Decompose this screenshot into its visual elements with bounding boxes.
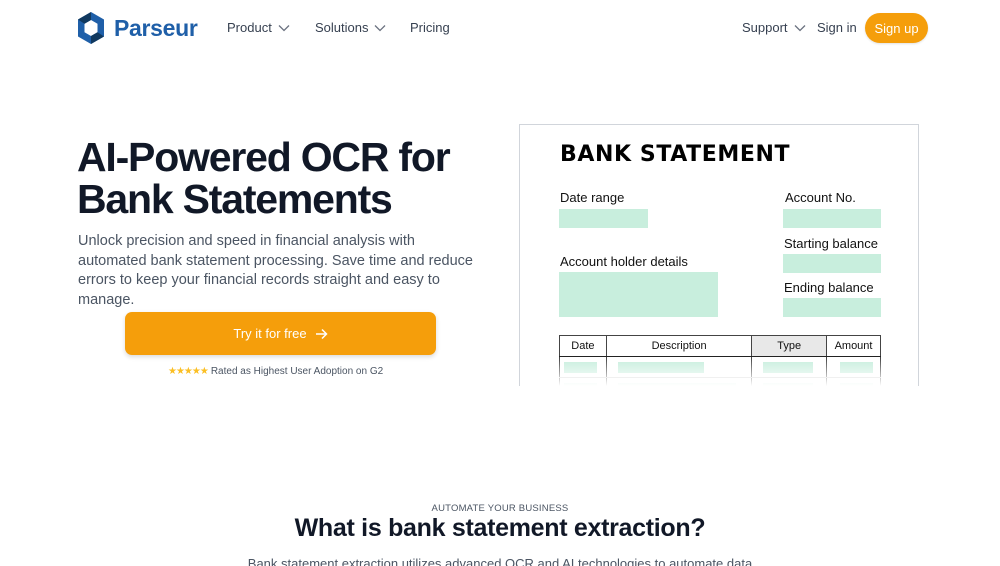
nav-product[interactable]: Product [227,20,290,35]
column-header-type: Type [751,335,828,357]
date-range-label: Date range [560,190,625,205]
try-it-free-label: Try it for free [233,326,307,341]
hero-title-line-1: AI-Powered OCR for [77,134,451,180]
date-range-field [559,209,648,228]
chevron-down-icon [375,24,386,31]
account-holder-field [559,272,718,317]
starting-balance-label: Starting balance [784,236,878,251]
statement-fade-overlay [520,358,918,386]
account-holder-label: Account holder details [560,254,688,269]
statement-title: BANK STATEMENT [560,142,791,167]
parseur-logo-icon [78,12,104,44]
nav-product-label: Product [227,20,272,35]
chevron-down-icon [278,24,290,31]
section-eyebrow: AUTOMATE YOUR BUSINESS [431,503,569,514]
top-navigation: Parseur Product Solutions Pricing Suppor… [0,0,1000,56]
section-description: Bank statement extraction utilizes advan… [247,556,753,566]
rating-text: Rated as Highest User Adoption on G2 [210,366,384,377]
nav-pricing[interactable]: Pricing [410,20,450,35]
section-title: What is bank statement extraction? [294,514,706,542]
chevron-down-icon [794,24,806,31]
ending-balance-label: Ending balance [784,280,874,295]
rating-stars-icon: ★★★★★ [168,366,209,377]
column-header-date: Date [559,335,607,357]
nav-solutions-label: Solutions [315,20,369,35]
nav-support-label: Support [742,20,788,35]
bank-statement-illustration: BANK STATEMENT Date range Account No. St… [519,124,919,386]
arrow-right-icon [315,328,328,339]
sign-up-button[interactable]: Sign up [865,13,928,43]
parseur-logo[interactable]: Parseur [76,11,198,45]
nav-solutions[interactable]: Solutions [315,20,386,35]
hero-description: Unlock precision and speed in financial … [78,233,473,308]
nav-support[interactable]: Support [742,20,806,35]
column-header-amount: Amount [826,335,881,357]
nav-pricing-label: Pricing [410,20,450,35]
sign-in-label: Sign in [817,20,857,35]
ending-balance-field [783,298,881,317]
hero-title: AI-Powered OCR for Bank Statements [77,136,497,220]
sign-in-link[interactable]: Sign in [817,20,857,35]
g2-rating: ★★★★★ Rated as Highest User Adoption on … [168,366,383,377]
account-no-label: Account No. [785,190,856,205]
column-header-description: Description [605,335,753,357]
starting-balance-field [783,254,881,273]
hero-title-line-2: Bank Statements [77,176,393,222]
try-it-free-button[interactable]: Try it for free [125,312,436,355]
brand-name: Parseur [114,14,198,41]
table-header-row: Date Description Type Amount [559,335,881,357]
account-no-field [783,209,881,228]
